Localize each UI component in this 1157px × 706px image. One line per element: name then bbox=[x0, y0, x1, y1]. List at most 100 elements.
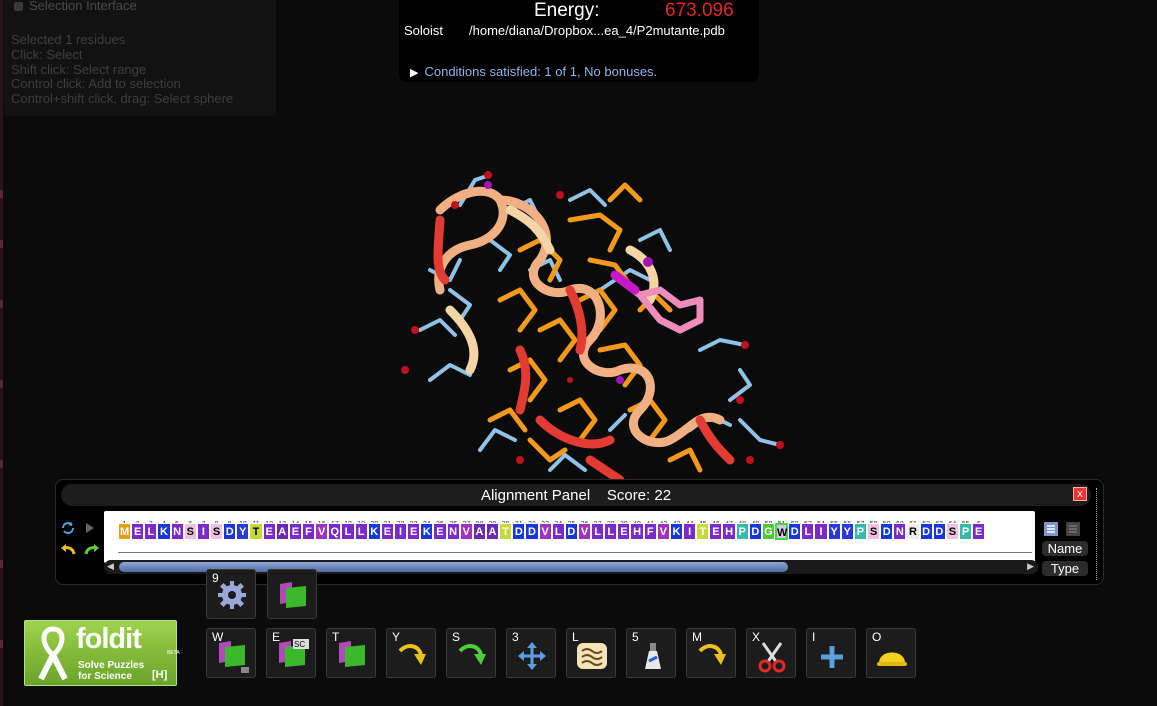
residue-cell[interactable]: V bbox=[315, 523, 329, 540]
residue-cell[interactable]: I bbox=[196, 523, 210, 540]
residue-cell[interactable]: Y bbox=[827, 523, 841, 540]
residue-cell[interactable]: A bbox=[275, 523, 289, 540]
move-button[interactable]: 3 bbox=[506, 628, 556, 678]
residue-cell[interactable]: N bbox=[170, 523, 184, 540]
redo-icon[interactable] bbox=[84, 542, 100, 558]
residue-cell[interactable]: A bbox=[485, 523, 500, 540]
resize-handle[interactable] bbox=[1096, 488, 1101, 580]
residue-cell[interactable]: F bbox=[643, 523, 657, 540]
residue-cell[interactable]: D bbox=[223, 523, 237, 540]
sequence-track[interactable]: 1234567891011121314151617181920212223242… bbox=[104, 511, 1035, 563]
residue-cell[interactable]: I bbox=[814, 523, 828, 540]
play-icon[interactable] bbox=[84, 522, 96, 534]
foldit-logo[interactable]: foldit BETA Solve Puzzles for Science [H] bbox=[24, 620, 180, 686]
residue-cell[interactable]: D bbox=[748, 523, 762, 540]
residue-cell[interactable]: K bbox=[420, 523, 434, 540]
residue-cell[interactable]: E bbox=[972, 523, 986, 540]
residue-cell[interactable]: K bbox=[157, 523, 171, 540]
residue-cell[interactable]: H bbox=[630, 523, 644, 540]
residue-cell[interactable]: S bbox=[945, 523, 959, 540]
residue-cell[interactable]: L bbox=[354, 523, 368, 540]
insert-button[interactable]: I bbox=[806, 628, 856, 678]
residue-cell[interactable]: D bbox=[932, 523, 946, 540]
residue-cell[interactable]: E bbox=[617, 523, 631, 540]
close-icon[interactable]: x bbox=[1073, 487, 1087, 501]
residue-cell[interactable]: I bbox=[683, 523, 697, 540]
bands-button[interactable]: L bbox=[566, 628, 616, 678]
residue-cell[interactable]: E bbox=[709, 523, 723, 540]
residue-cell[interactable]: E bbox=[380, 523, 394, 540]
residue-cell[interactable]: L bbox=[591, 523, 605, 540]
shake-button[interactable]: S bbox=[446, 628, 496, 678]
residue-cell[interactable]: E bbox=[288, 523, 302, 540]
expand-arrow-icon[interactable]: ▶ bbox=[410, 67, 418, 79]
residue-cell[interactable]: F bbox=[301, 523, 316, 540]
scroll-right-icon[interactable]: ▶ bbox=[1027, 561, 1034, 572]
residue-cell[interactable]: E bbox=[262, 523, 276, 540]
residue-cell[interactable]: A bbox=[472, 523, 486, 540]
type-button[interactable]: Type bbox=[1042, 561, 1088, 576]
residue-cell[interactable]: M bbox=[118, 523, 132, 540]
residue-cell[interactable]: D bbox=[512, 523, 526, 540]
residue-cell[interactable]: V bbox=[538, 523, 552, 540]
residue-cell[interactable]: P bbox=[853, 523, 868, 540]
residue-cell[interactable]: N bbox=[893, 523, 907, 540]
residue-cell[interactable]: G bbox=[761, 523, 776, 540]
residue-cell[interactable]: V bbox=[577, 523, 592, 540]
residue-cell[interactable]: H bbox=[722, 523, 736, 540]
wiggle-button[interactable]: W bbox=[206, 628, 256, 678]
tweak-button[interactable]: T bbox=[326, 628, 376, 678]
residue-cell[interactable]: V bbox=[459, 523, 473, 540]
residue-cell[interactable]: K bbox=[669, 523, 684, 540]
residue-cell[interactable]: D bbox=[788, 523, 802, 540]
residue-cell[interactable]: D bbox=[525, 523, 539, 540]
residue-cell[interactable]: D bbox=[919, 523, 933, 540]
protein-3d-view[interactable] bbox=[400, 170, 800, 500]
tube-button[interactable]: 5 bbox=[626, 628, 676, 678]
residue-cell[interactable]: S bbox=[209, 523, 224, 540]
residue-cell[interactable]: E bbox=[433, 523, 447, 540]
residue-cell[interactable]: P bbox=[959, 523, 973, 540]
settings-button[interactable]: 9 bbox=[206, 569, 256, 619]
residue-cell[interactable]: E bbox=[131, 523, 145, 540]
residue-cell[interactable]: T bbox=[499, 523, 513, 540]
residue-cell[interactable]: K bbox=[367, 523, 381, 540]
residue-cell[interactable]: L bbox=[144, 523, 158, 540]
residue-cell[interactable]: T bbox=[696, 523, 710, 540]
residue-cell[interactable]: V bbox=[656, 523, 670, 540]
residue-cell[interactable]: E bbox=[407, 523, 421, 540]
residue-cell[interactable]: S bbox=[867, 523, 881, 540]
conditions-toggle[interactable]: ▶ Conditions satisfied: 1 of 1, No bonuse… bbox=[410, 64, 657, 79]
residue-cell[interactable]: D bbox=[880, 523, 894, 540]
residue-cell[interactable]: Y bbox=[840, 523, 854, 540]
residue-cell[interactable]: T bbox=[249, 523, 263, 540]
residue-cell[interactable]: P bbox=[735, 523, 749, 540]
residue-cell[interactable]: R bbox=[906, 523, 920, 540]
residue-cell[interactable]: Y bbox=[236, 523, 250, 540]
residue-cell[interactable]: S bbox=[183, 523, 197, 540]
collapse-icon[interactable] bbox=[14, 2, 23, 12]
residue-cell[interactable]: N bbox=[446, 523, 460, 540]
wiggle-sidechains-button[interactable]: E SC bbox=[266, 628, 316, 678]
refresh-icon[interactable] bbox=[60, 520, 76, 536]
cut-button[interactable]: X bbox=[746, 628, 796, 678]
name-button[interactable]: Name bbox=[1042, 541, 1088, 556]
alignment-panel-header[interactable]: Alignment Panel Score: 22 bbox=[61, 484, 1091, 506]
residue-cell[interactable]: L bbox=[551, 523, 565, 540]
flag-button[interactable] bbox=[267, 569, 317, 619]
scroll-left-icon[interactable]: ◀ bbox=[107, 561, 114, 572]
grid-view-icon[interactable] bbox=[1044, 522, 1058, 536]
residue-cell[interactable]: I bbox=[393, 523, 408, 540]
undo-icon[interactable] bbox=[60, 542, 76, 558]
residue-cell[interactable]: D bbox=[564, 523, 578, 540]
rebuild-button[interactable]: Y bbox=[386, 628, 436, 678]
selection-interface-title[interactable]: Selection Interface bbox=[14, 0, 137, 13]
mutate-button[interactable]: M bbox=[686, 628, 736, 678]
helmet-button[interactable]: O bbox=[866, 628, 916, 678]
residue-cell[interactable]: L bbox=[341, 523, 355, 540]
residue-cell[interactable]: Q bbox=[328, 523, 342, 540]
residue-cell[interactable]: W bbox=[775, 523, 789, 540]
residue-cell[interactable]: L bbox=[604, 523, 618, 540]
residue-cell[interactable]: L bbox=[801, 523, 815, 540]
list-view-icon[interactable] bbox=[1066, 522, 1080, 536]
